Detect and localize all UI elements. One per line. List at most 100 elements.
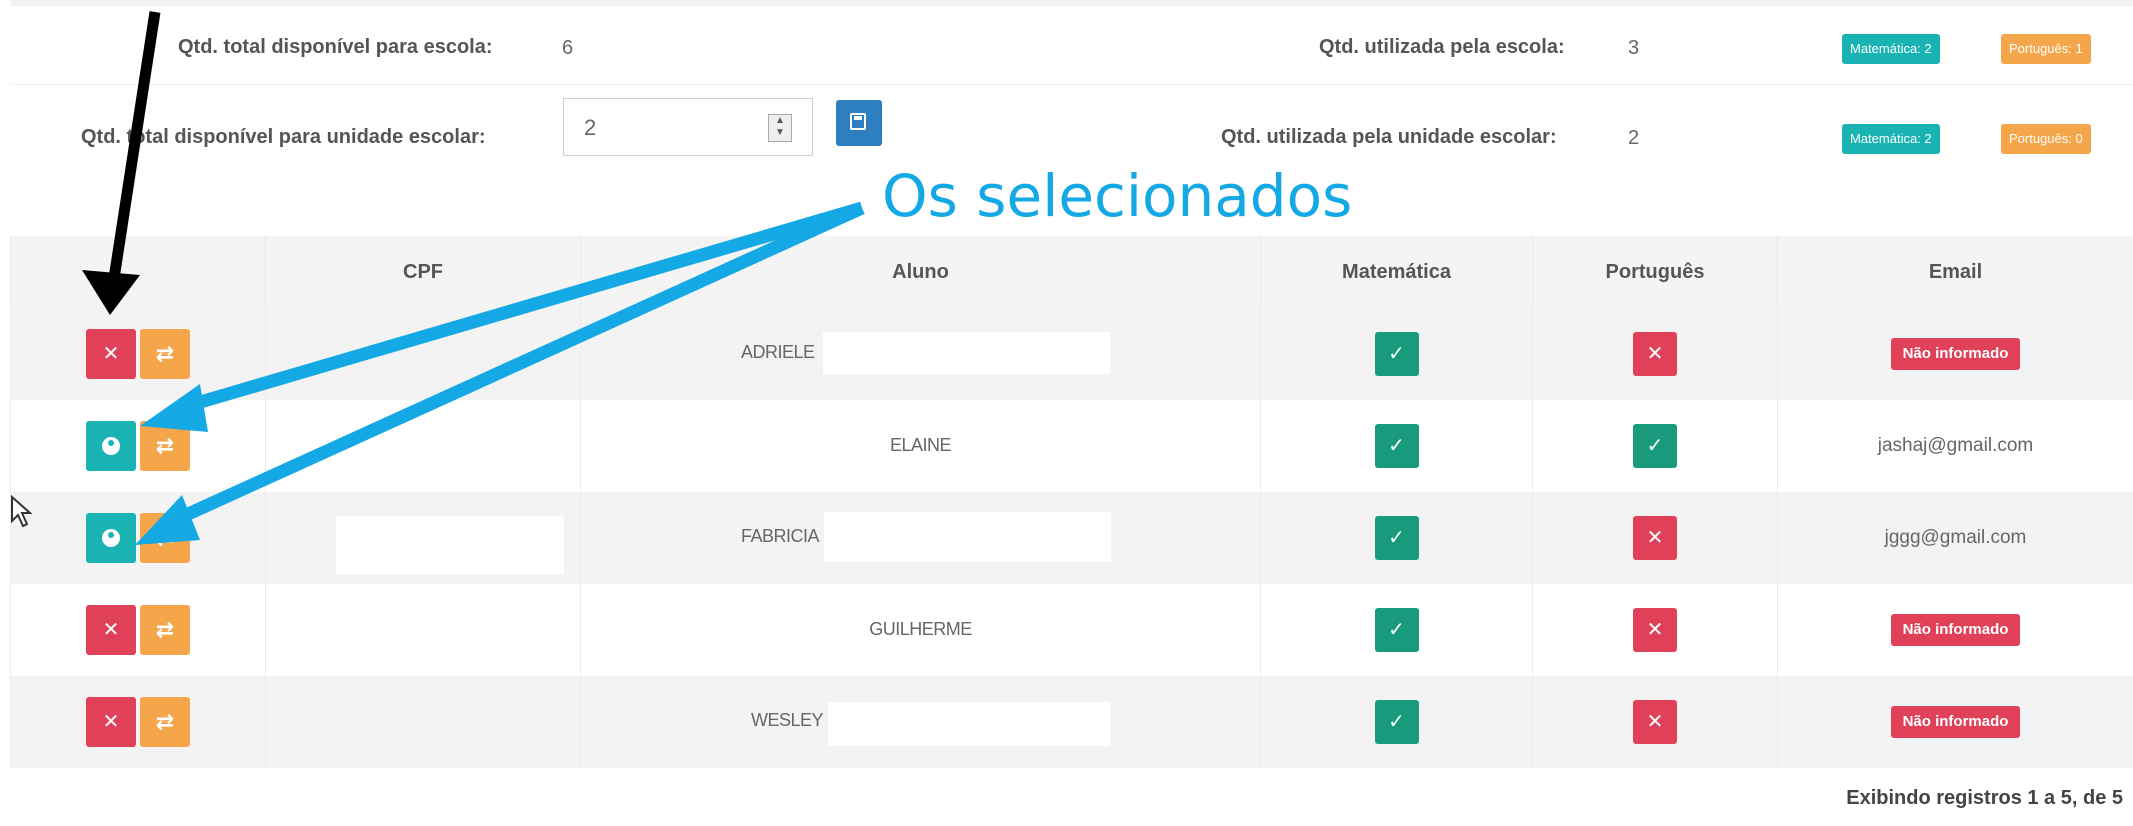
school-total-label: Qtd. total disponível para escola: [178, 36, 493, 58]
annotation-label: Os selecionados [882, 162, 1353, 230]
stepper-arrows-icon[interactable]: ▲ ▼ [768, 114, 792, 142]
close-icon: ✕ [1633, 332, 1677, 376]
matematica-column-header[interactable]: Matemática [1260, 236, 1533, 308]
school-stats-row: Qtd. total disponível para escola: 6 Qtd… [10, 14, 2133, 85]
email-cell: Não informado [1777, 584, 2133, 676]
portugues-cell: ✕ [1532, 584, 1778, 676]
portugues-cell: ✓ [1532, 400, 1778, 492]
user-icon [102, 529, 120, 547]
check-icon: ✓ [1374, 700, 1419, 744]
remove-button[interactable]: ✕ [86, 697, 136, 747]
portugues-cell: ✕ [1532, 492, 1778, 584]
student-name: FABRICIA [741, 526, 820, 546]
student-name: ELAINE [889, 435, 952, 455]
close-icon: ✕ [102, 619, 120, 641]
school-used-value: 3 [1628, 37, 1640, 59]
unit-total-value: 2 [584, 115, 597, 140]
unit-portuguese-badge: Português: 0 [2001, 124, 2091, 154]
school-math-badge: Matemática: 2 [1842, 34, 1940, 64]
student-name: GUILHERME [869, 619, 972, 639]
aluno-cell: FABRICIA [580, 492, 1261, 584]
pagination-info: Exibindo registros 1 a 5, de 5 [1846, 787, 2123, 809]
unit-total-stepper[interactable]: 2 ▲ ▼ [563, 98, 813, 156]
status-badge: Não informado [1890, 706, 2021, 738]
portugues-cell: ✕ [1532, 308, 1778, 400]
user-icon [102, 437, 120, 455]
actions-cell: ⇄ [10, 400, 266, 492]
remove-button[interactable]: ✕ [86, 329, 136, 379]
close-icon: ✕ [1633, 700, 1677, 744]
close-icon: ✕ [1633, 516, 1677, 560]
close-icon: ✕ [102, 343, 120, 365]
status-badge: Não informado [1890, 338, 2021, 370]
transfer-button[interactable]: ⇄ [140, 697, 190, 747]
portugues-cell: ✕ [1532, 676, 1778, 768]
redaction-mask [828, 702, 1110, 746]
students-table: CPF Aluno Matemática Português Email ✕ ⇄ … [10, 236, 2133, 768]
unit-stats-row: Qtd. total disponível para unidade escol… [10, 96, 2133, 166]
check-icon: ✓ [1633, 424, 1677, 468]
table-header-row: CPF Aluno Matemática Português Email [10, 236, 2133, 308]
cpf-cell [265, 492, 581, 584]
transfer-button[interactable]: ⇄ [140, 605, 190, 655]
school-portuguese-badge: Português: 1 [2001, 34, 2091, 64]
swap-icon: ⇄ [155, 433, 175, 458]
portugues-column-header[interactable]: Português [1532, 236, 1778, 308]
school-total-value: 6 [562, 37, 574, 59]
remove-button[interactable]: ✕ [86, 605, 136, 655]
unit-total-label: Qtd. total disponível para unidade escol… [81, 126, 486, 148]
aluno-cell: ELAINE [580, 400, 1261, 492]
unit-used-value: 2 [1628, 127, 1640, 149]
swap-icon: ⇄ [155, 709, 175, 734]
unit-used-label: Qtd. utilizada pela unidade escolar: [1221, 126, 1557, 148]
close-icon: ✕ [1633, 608, 1677, 652]
actions-cell: ✕ ⇄ [10, 584, 266, 676]
email-cell: Não informado [1777, 676, 2133, 768]
cpf-cell [265, 676, 581, 768]
status-badge: Não informado [1890, 614, 2021, 646]
redaction-mask [823, 332, 1110, 374]
check-icon: ✓ [1374, 424, 1419, 468]
selected-student-button[interactable] [86, 421, 136, 471]
transfer-button[interactable]: ⇄ [140, 329, 190, 379]
actions-cell: ⇄ [10, 492, 266, 584]
table-row: ✕ ⇄ GUILHERME ✓ ✕ Não informado [10, 584, 2133, 676]
swap-icon: ⇄ [155, 617, 175, 642]
stats-panel: Qtd. total disponível para escola: 6 Qtd… [10, 0, 2133, 168]
email-cell: Não informado [1777, 308, 2133, 400]
actions-cell: ✕ ⇄ [10, 308, 266, 400]
cpf-column-header[interactable]: CPF [265, 236, 581, 308]
cpf-cell [265, 308, 581, 400]
email-cell: jggg@gmail.com [1777, 492, 2133, 584]
cpf-cell [265, 584, 581, 676]
matematica-cell: ✓ [1260, 400, 1533, 492]
school-used-label: Qtd. utilizada pela escola: [1319, 36, 1565, 58]
aluno-cell: WESLEY [580, 676, 1261, 768]
cpf-cell [265, 400, 581, 492]
student-name: ADRIELE [741, 342, 815, 362]
swap-icon: ⇄ [155, 525, 175, 550]
email-cell: jashaj@gmail.com [1777, 400, 2133, 492]
transfer-button[interactable]: ⇄ [140, 513, 190, 563]
student-name: WESLEY [751, 710, 824, 730]
save-icon [850, 113, 866, 130]
email-column-header[interactable]: Email [1777, 236, 2133, 308]
aluno-cell: GUILHERME [580, 584, 1261, 676]
aluno-cell: ADRIELE [580, 308, 1261, 400]
unit-math-badge: Matemática: 2 [1842, 124, 1940, 154]
selected-student-button[interactable] [86, 513, 136, 563]
table-row: ✕ ⇄ WESLEY ✓ ✕ Não informado [10, 676, 2133, 768]
actions-column-header [10, 236, 266, 308]
mouse-cursor-icon [11, 495, 33, 528]
table-row: ⇄ FABRICIA ✓ ✕ jggg@gmail.com [10, 492, 2133, 584]
save-button[interactable] [836, 100, 882, 146]
transfer-button[interactable]: ⇄ [140, 421, 190, 471]
check-icon: ✓ [1374, 516, 1419, 560]
swap-icon: ⇄ [155, 341, 175, 366]
table-row: ⇄ ELAINE ✓ ✓ jashaj@gmail.com [10, 400, 2133, 492]
actions-cell: ✕ ⇄ [10, 676, 266, 768]
check-icon: ✓ [1374, 332, 1419, 376]
aluno-column-header[interactable]: Aluno [580, 236, 1261, 308]
close-icon: ✕ [102, 711, 120, 733]
redaction-mask [824, 512, 1111, 562]
